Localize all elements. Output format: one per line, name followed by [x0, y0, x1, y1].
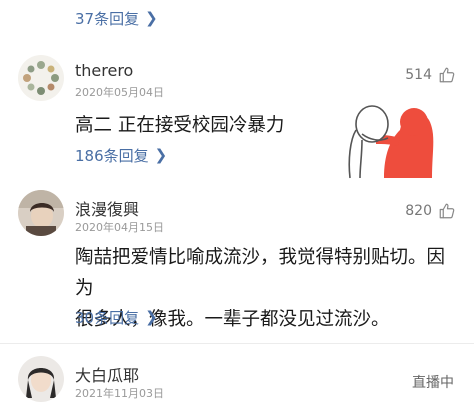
chevron-right-icon: ❯: [145, 9, 158, 27]
username[interactable]: therero: [75, 61, 133, 80]
username[interactable]: 大白瓜耶: [75, 362, 139, 386]
replies-count: 37条回复: [75, 10, 140, 28]
chevron-right-icon: ❯: [154, 146, 168, 164]
like-button[interactable]: 514: [405, 66, 456, 84]
thumbs-up-icon: [439, 67, 455, 83]
sticker-image[interactable]: [340, 100, 436, 180]
avatar[interactable]: [18, 55, 64, 101]
thumbs-up-icon: [439, 203, 455, 219]
replies-count: 30条回复: [75, 309, 140, 327]
replies-link[interactable]: 186条回复 ❯: [75, 145, 167, 166]
replies-count: 186条回复: [75, 147, 149, 165]
like-count: 514: [405, 67, 432, 83]
replies-link-prev[interactable]: 37条回复 ❯: [75, 8, 158, 29]
like-count: 820: [405, 203, 432, 219]
avatar[interactable]: [18, 190, 64, 236]
comment-line: 陶喆把爱情比喻成流沙，我觉得特别贴切。因为: [75, 247, 446, 299]
username[interactable]: 浪漫復興: [75, 196, 139, 220]
replies-link[interactable]: 30条回复 ❯: [75, 307, 158, 328]
avatar[interactable]: [18, 356, 64, 402]
comment-date: 2020年05月04日: [75, 86, 164, 99]
like-button[interactable]: 820: [405, 202, 456, 220]
divider: [0, 343, 474, 344]
comment-date: 2020年04月15日: [75, 221, 164, 234]
comment-date: 2021年11月03日: [75, 387, 164, 400]
live-badge[interactable]: 直播中: [412, 372, 454, 392]
chevron-right-icon: ❯: [145, 308, 158, 326]
